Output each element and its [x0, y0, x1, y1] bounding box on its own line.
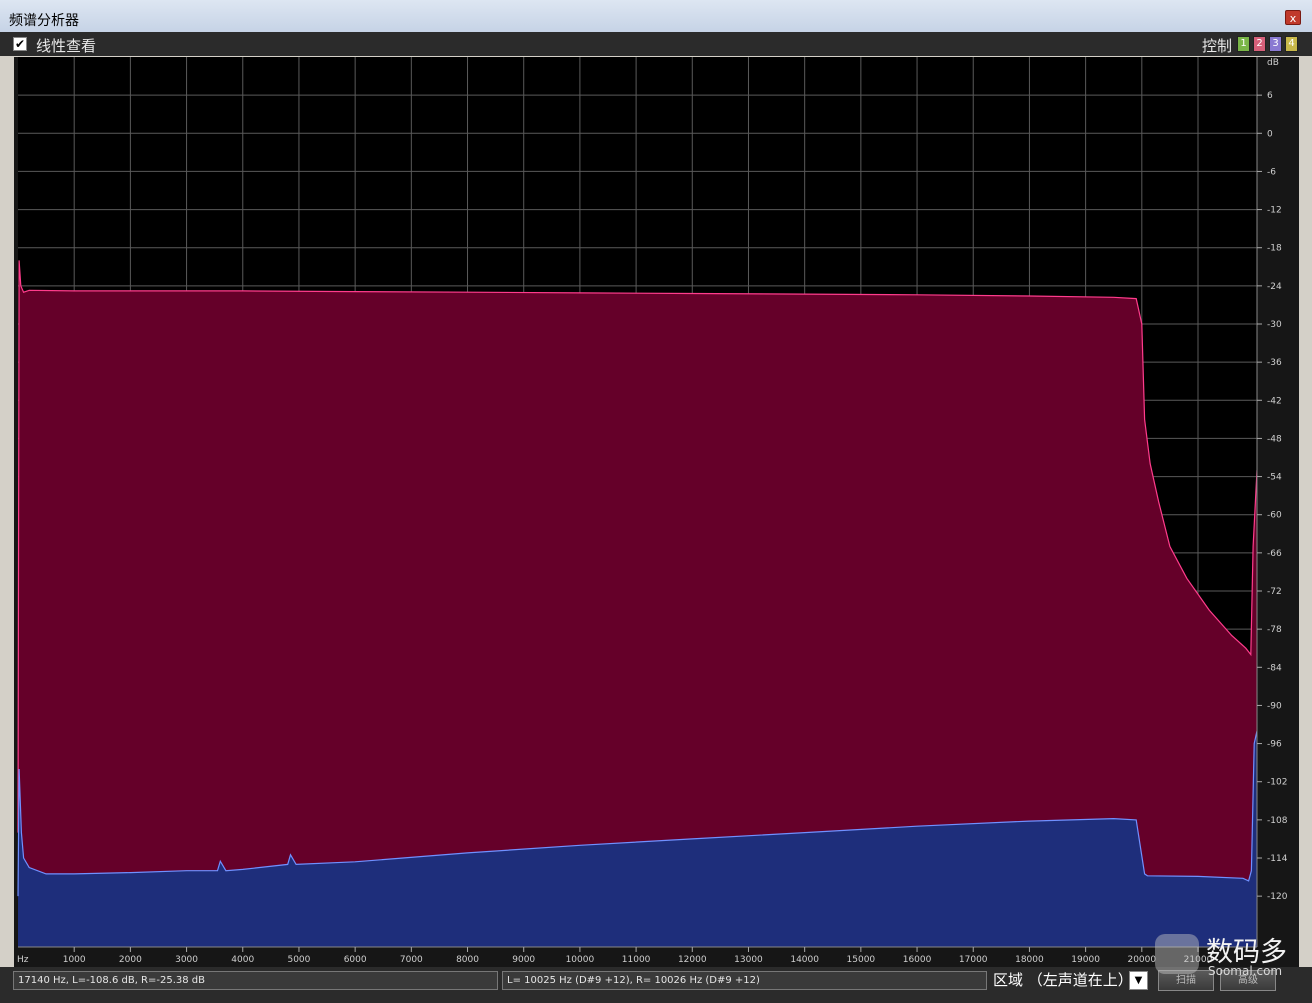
control-label: 控制 — [1202, 37, 1233, 55]
cursor-readout: 17140 Hz, L=-108.6 dB, R=-25.38 dB — [13, 971, 498, 990]
x-tick-label: 14000 — [790, 955, 819, 965]
y-tick-label: -96 — [1267, 740, 1282, 750]
region-dropdown-button[interactable]: ▼ — [1129, 971, 1148, 990]
x-tick-label: 4000 — [231, 955, 254, 965]
y-tick-label: -48 — [1267, 434, 1282, 444]
x-tick-label: 19000 — [1071, 955, 1100, 965]
x-tick-label: 12000 — [678, 955, 707, 965]
y-tick-label: -54 — [1267, 473, 1282, 483]
x-tick-label: 17000 — [959, 955, 988, 965]
x-tick-label: 1000 — [63, 955, 86, 965]
linear-view-label: 线性查看 — [36, 37, 97, 55]
peak-readout: L= 10025 Hz (D#9 +12), R= 10026 Hz (D#9 … — [502, 971, 987, 990]
y-tick-label: -30 — [1267, 320, 1282, 330]
x-unit-label: Hz — [17, 955, 29, 965]
y-tick-label: -42 — [1267, 396, 1282, 406]
y-tick-label: -120 — [1267, 892, 1288, 902]
y-tick-label: -66 — [1267, 549, 1282, 559]
y-tick-label: -84 — [1267, 663, 1282, 673]
channel-button-1-label: 1 — [1240, 38, 1247, 49]
y-tick-label: -90 — [1267, 701, 1282, 711]
y-tick-label: -18 — [1267, 244, 1282, 254]
checkmark-icon: ✔ — [14, 37, 26, 51]
window-title: 频谱分析器 — [9, 13, 79, 29]
watermark: 数码多 Soomal.com — [1150, 930, 1300, 980]
title-bar — [0, 0, 1312, 33]
channel-button-1[interactable]: 1 — [1237, 36, 1250, 52]
y-tick-label: -24 — [1267, 282, 1282, 292]
x-tick-label: 3000 — [175, 955, 198, 965]
y-tick-label: -72 — [1267, 587, 1282, 597]
chevron-down-icon: ▼ — [1134, 975, 1143, 986]
y-tick-label: -36 — [1267, 358, 1282, 368]
y-tick-label: -60 — [1267, 511, 1282, 521]
x-tick-label: 16000 — [903, 955, 932, 965]
toolbar — [0, 32, 1312, 56]
channel-button-3[interactable]: 3 — [1269, 36, 1282, 52]
x-tick-label: 18000 — [1015, 955, 1044, 965]
linear-view-checkbox[interactable]: ✔ — [13, 37, 27, 51]
channel-button-2-label: 2 — [1256, 38, 1263, 49]
channel-button-4[interactable]: 4 — [1285, 36, 1298, 52]
x-tick-label: 15000 — [847, 955, 876, 965]
watermark-url: Soomal.com — [1208, 964, 1283, 978]
x-tick-label: 11000 — [622, 955, 651, 965]
y-tick-label: -78 — [1267, 625, 1282, 635]
channel-button-2[interactable]: 2 — [1253, 36, 1266, 52]
y-tick-label: -12 — [1267, 206, 1282, 216]
y-tick-label: 0 — [1267, 129, 1273, 139]
close-button[interactable]: x — [1285, 10, 1301, 25]
y-tick-label: 6 — [1267, 91, 1273, 101]
close-icon: x — [1289, 12, 1297, 25]
channel-button-4-label: 4 — [1288, 38, 1295, 49]
x-tick-label: 9000 — [512, 955, 535, 965]
x-axis-strip — [14, 947, 1299, 967]
y-tick-label: -114 — [1267, 854, 1288, 864]
x-tick-label: 2000 — [119, 955, 142, 965]
channel-button-3-label: 3 — [1272, 38, 1279, 49]
x-tick-label: 7000 — [400, 955, 423, 965]
y-unit-label: dB — [1267, 58, 1279, 68]
x-tick-label: 5000 — [287, 955, 310, 965]
region-select[interactable]: 区域 （左声道在上） — [993, 970, 1133, 991]
x-tick-label: 13000 — [734, 955, 763, 965]
x-tick-label: 6000 — [344, 955, 367, 965]
watermark-logo-icon — [1155, 934, 1199, 974]
spectrum-plot[interactable]: dB 6 0 -6 -12 -18 -24 -30 -36 -42 -48 -54 -60 -66 -72 -… — [14, 57, 1299, 967]
x-tick-label: 10000 — [566, 955, 595, 965]
x-tick-label: 8000 — [456, 955, 479, 965]
y-tick-label: -108 — [1267, 816, 1288, 826]
y-tick-label: -102 — [1267, 778, 1287, 788]
y-tick-label: -6 — [1267, 167, 1276, 177]
